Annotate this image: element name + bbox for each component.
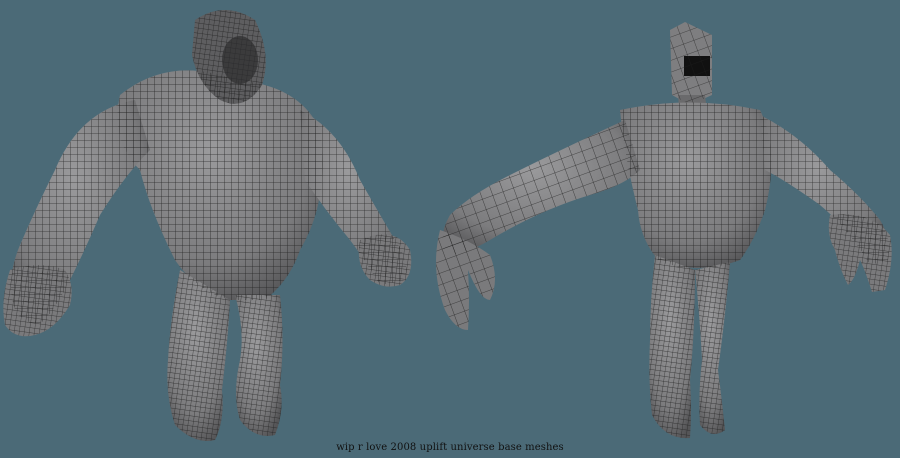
- viewport: wip r love 2008 uplift universe base mes…: [0, 0, 900, 458]
- long-armed-mesh: [436, 22, 892, 439]
- render-canvas: [3, 10, 892, 441]
- brute-mesh: [3, 10, 412, 441]
- image-caption: wip r love 2008 uplift universe base mes…: [336, 442, 564, 453]
- brute-face: [222, 36, 258, 84]
